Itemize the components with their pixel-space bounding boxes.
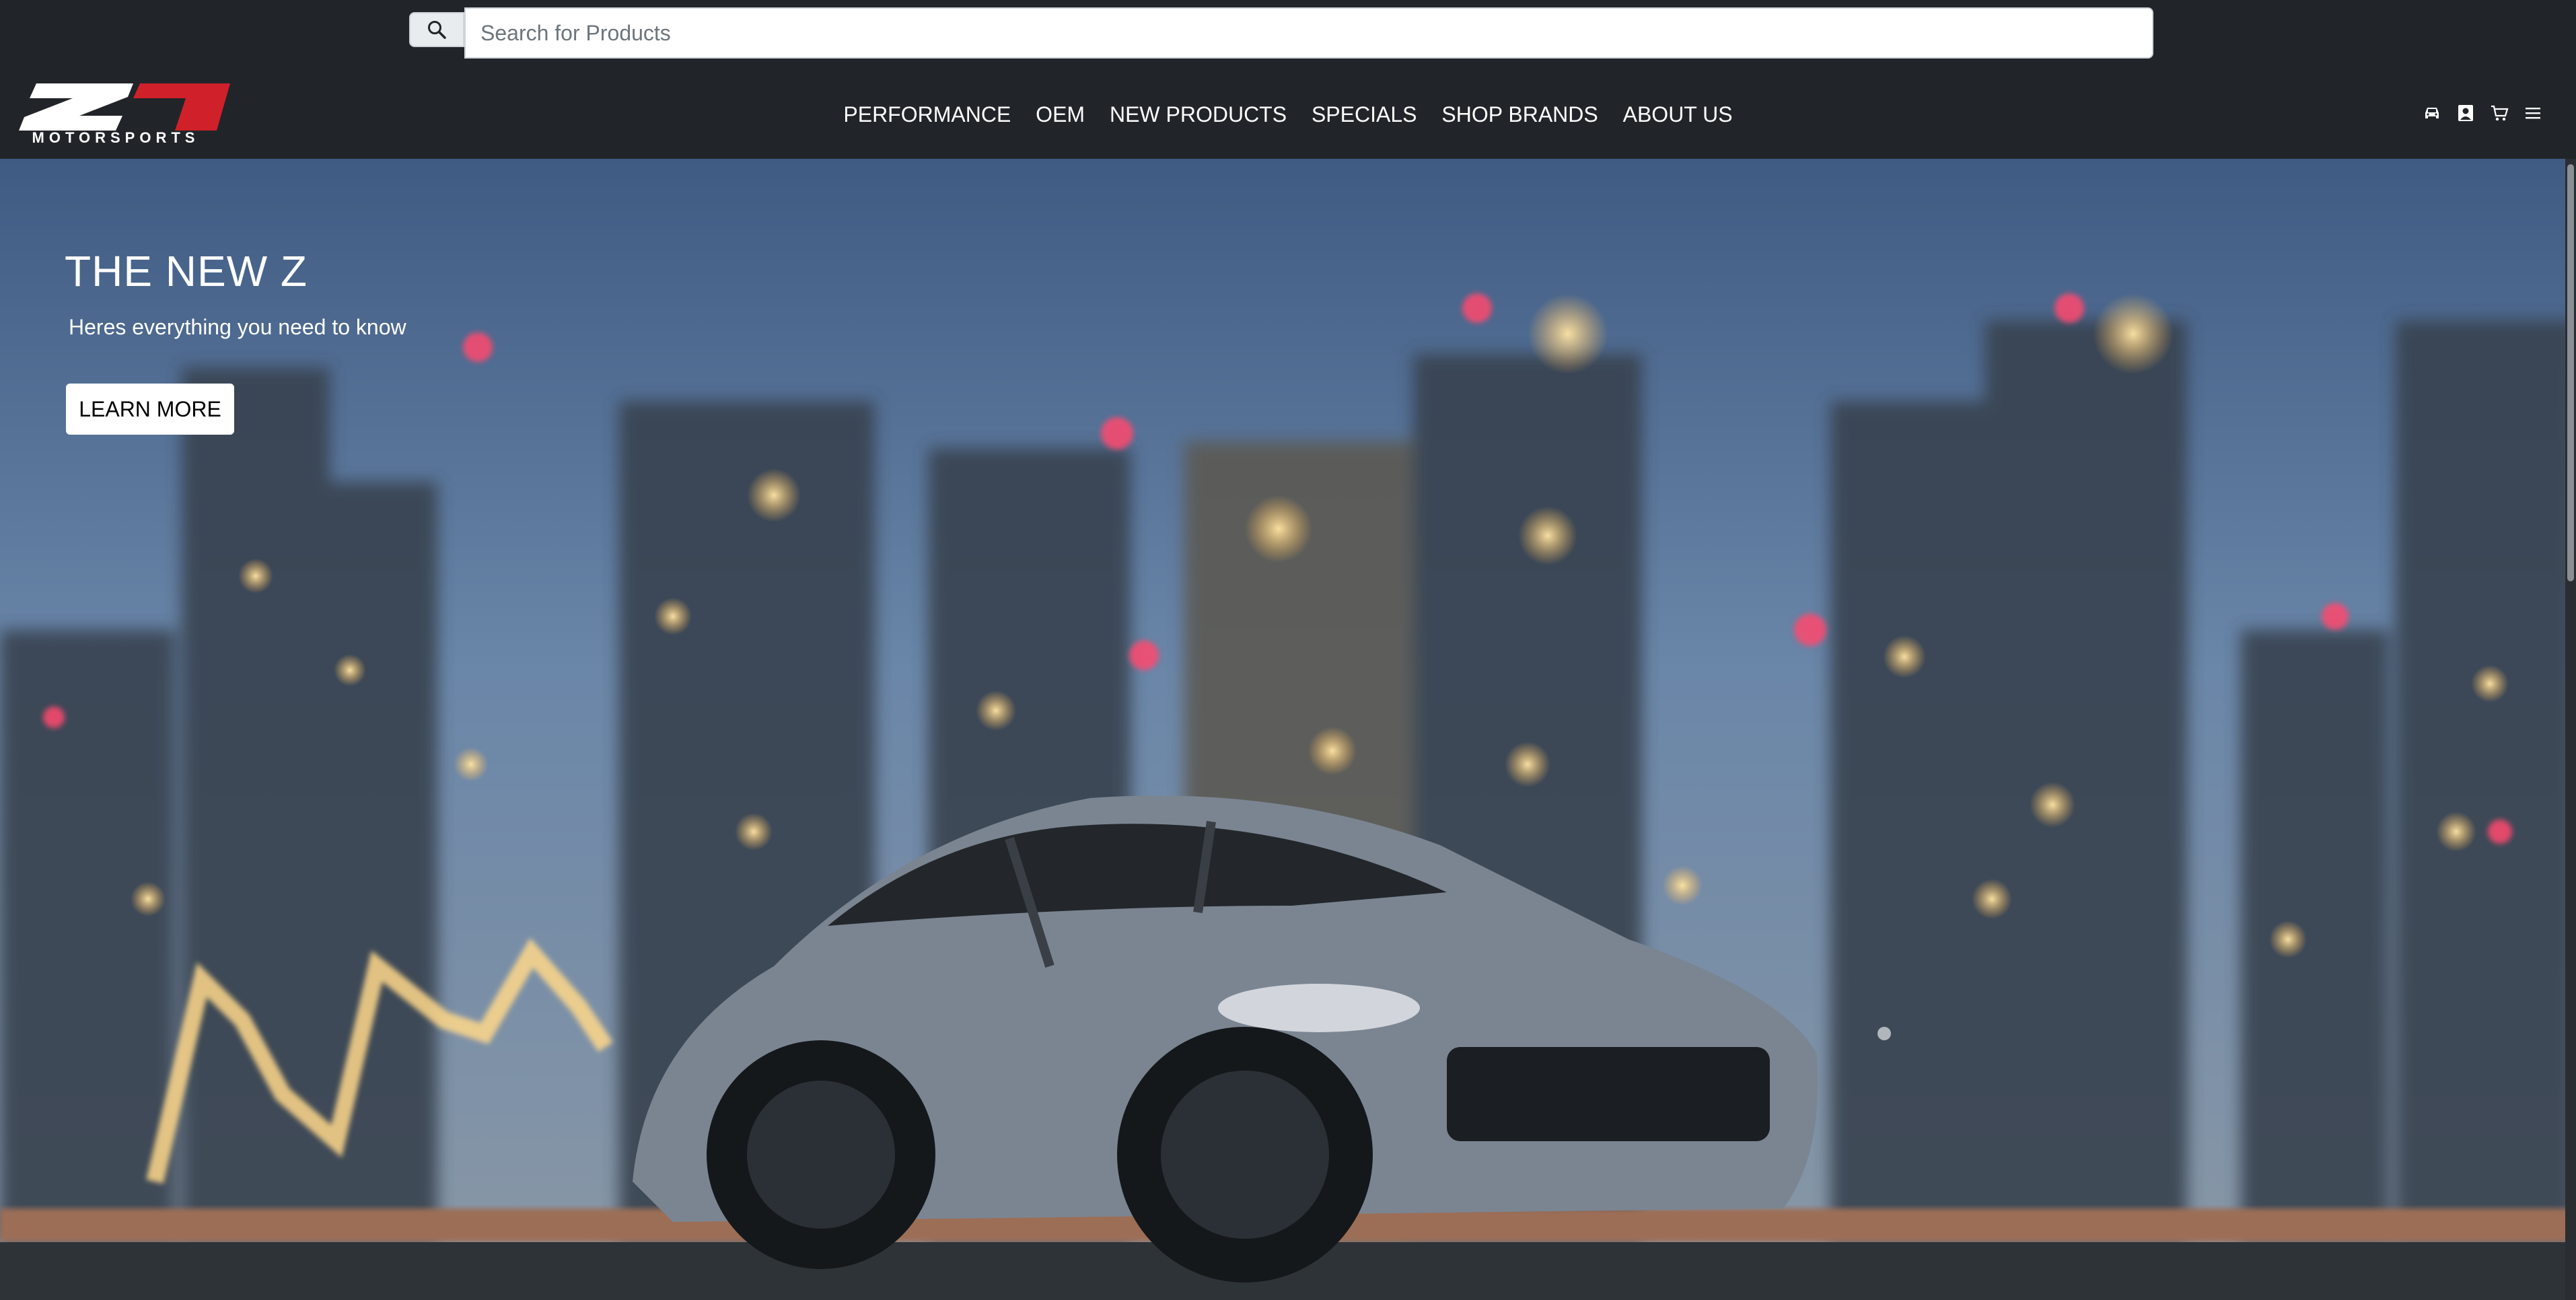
nav-new-products[interactable]: NEW PRODUCTS: [1110, 102, 1287, 127]
main-nav: PERFORMANCE OEM NEW PRODUCTS SPECIALS SH…: [0, 102, 2576, 127]
search-input[interactable]: [464, 7, 2153, 59]
account-icon[interactable]: [2456, 104, 2475, 122]
cart-icon[interactable]: [2490, 104, 2509, 122]
page-scrollbar[interactable]: [2565, 159, 2576, 1300]
utility-icons: [2423, 104, 2542, 122]
garage-car-icon[interactable]: [2423, 104, 2441, 122]
learn-more-button[interactable]: LEARN MORE: [66, 384, 234, 435]
nav-shop-brands[interactable]: SHOP BRANDS: [1441, 102, 1598, 127]
logo-wordmark: MOTORSPORTS: [32, 129, 200, 146]
hero-banner: THE NEW Z Heres everything you need to k…: [0, 159, 2576, 1300]
menu-icon[interactable]: [2524, 104, 2542, 122]
search-icon: [428, 21, 446, 39]
nav-oem[interactable]: OEM: [1036, 102, 1085, 127]
site-header: MOTORSPORTS PERFORMANCE OEM NEW PRODUCTS…: [0, 0, 2576, 159]
search-button[interactable]: [409, 12, 464, 47]
scrollbar-thumb[interactable]: [2567, 164, 2574, 581]
nav-specials[interactable]: SPECIALS: [1312, 102, 1417, 127]
hero-title: THE NEW Z: [65, 247, 308, 295]
nav-about-us[interactable]: ABOUT US: [1623, 102, 1733, 127]
nav-performance[interactable]: PERFORMANCE: [843, 102, 1011, 127]
hero-subtitle: Heres everything you need to know: [69, 315, 406, 339]
